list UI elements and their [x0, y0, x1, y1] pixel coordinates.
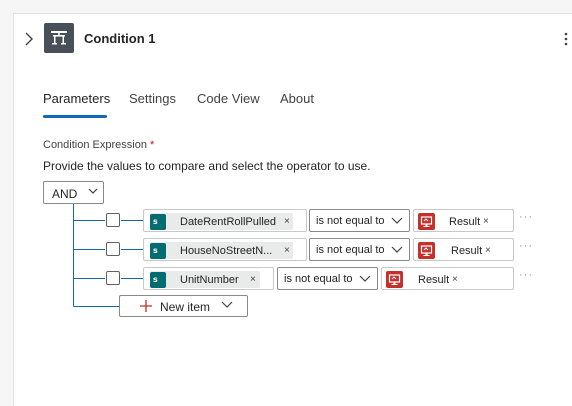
sharepoint-icon: s	[150, 271, 166, 288]
row-more-icon[interactable]: ···	[519, 240, 533, 252]
tab-about[interactable]: About	[280, 91, 314, 106]
chevron-right-icon[interactable]	[22, 31, 36, 47]
active-tab-indicator	[43, 115, 107, 118]
action-title: Condition 1	[84, 31, 156, 46]
remove-token-icon[interactable]: ×	[250, 274, 256, 285]
result-icon	[386, 271, 403, 288]
tab-settings[interactable]: Settings	[129, 91, 176, 106]
result-token[interactable]: Result ×	[418, 242, 508, 259]
sharepoint-icon: s	[150, 242, 166, 259]
row-more-icon[interactable]: ···	[519, 211, 533, 223]
tab-parameters[interactable]: Parameters	[43, 91, 110, 106]
right-value-field[interactable]: Result ×	[413, 238, 514, 261]
new-item-button[interactable]: New item	[119, 295, 248, 317]
dynamic-token[interactable]: s UnitNumber ×	[150, 271, 260, 288]
row-checkbox[interactable]	[106, 271, 120, 285]
operator-value: is not equal to	[316, 215, 385, 227]
row-checkbox[interactable]	[106, 213, 120, 227]
left-value-field[interactable]: s HouseNoStreetN... ×	[143, 238, 307, 261]
new-item-label: New item	[160, 300, 211, 314]
left-value-field[interactable]: s DateRentRollPulled ×	[143, 209, 307, 232]
condition-icon	[44, 23, 74, 53]
required-marker: *	[150, 139, 155, 151]
plus-icon	[140, 300, 152, 312]
help-text: Provide the values to compare and select…	[43, 159, 371, 173]
sharepoint-icon: s	[150, 213, 166, 230]
tab-code-view[interactable]: Code View	[197, 91, 260, 106]
token-label: Result	[418, 273, 450, 286]
condition-expression-label: Condition Expression *	[43, 139, 154, 151]
operator-dropdown[interactable]: is not equal to	[309, 209, 410, 232]
operator-dropdown[interactable]: is not equal to	[309, 238, 410, 261]
group-operator-dropdown[interactable]: AND	[43, 181, 104, 204]
token-label: Result	[451, 244, 483, 257]
dynamic-token[interactable]: s HouseNoStreetN... ×	[150, 242, 293, 259]
operator-dropdown[interactable]: is not equal to	[277, 267, 378, 290]
chevron-down-icon	[221, 301, 233, 308]
result-token[interactable]: Result ×	[418, 213, 508, 230]
operator-value: is not equal to	[316, 244, 385, 256]
remove-token-icon[interactable]: ×	[483, 216, 489, 227]
more-vertical-icon[interactable]	[563, 31, 569, 47]
condition-expression-text: Condition Expression	[43, 139, 147, 151]
operator-value: is not equal to	[284, 273, 353, 285]
remove-token-icon[interactable]: ×	[284, 216, 290, 227]
right-value-field[interactable]: Result ×	[381, 267, 514, 290]
dynamic-token[interactable]: s DateRentRollPulled ×	[150, 213, 293, 230]
remove-token-icon[interactable]: ×	[485, 245, 491, 256]
chevron-down-icon	[391, 246, 403, 253]
token-label: UnitNumber	[180, 273, 239, 286]
group-operator-value: AND	[52, 187, 78, 201]
row-checkbox[interactable]	[106, 242, 120, 256]
remove-token-icon[interactable]: ×	[284, 245, 290, 256]
remove-token-icon[interactable]: ×	[452, 274, 458, 285]
token-label: HouseNoStreetN...	[180, 244, 273, 257]
token-label: Result	[449, 215, 481, 228]
result-icon	[418, 213, 435, 230]
row-more-icon[interactable]: ···	[519, 269, 533, 281]
result-token[interactable]: Result ×	[386, 271, 476, 288]
left-value-field[interactable]: s UnitNumber ×	[143, 267, 274, 290]
chevron-down-icon	[88, 188, 98, 194]
result-icon	[418, 242, 435, 259]
chevron-down-icon	[391, 217, 403, 224]
token-label: DateRentRollPulled	[180, 215, 276, 228]
right-value-field[interactable]: Result ×	[413, 209, 514, 232]
chevron-down-icon	[359, 275, 371, 282]
